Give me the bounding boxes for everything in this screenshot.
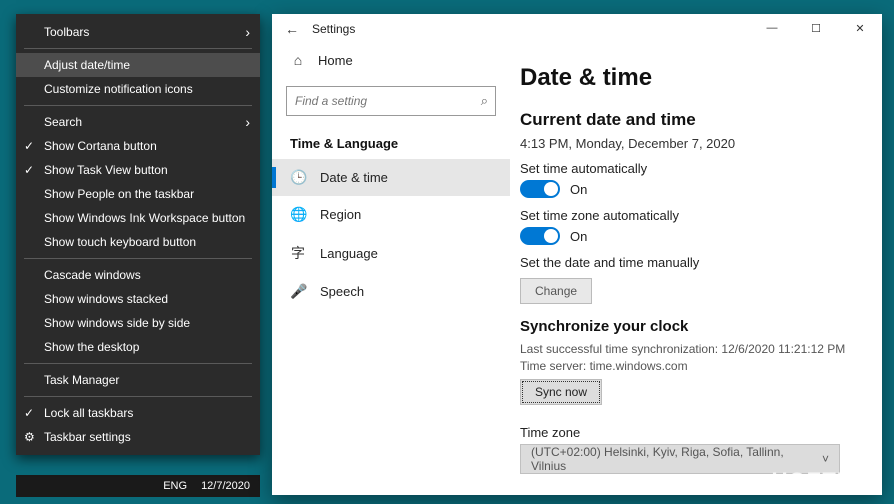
nav-speech[interactable]: 🎤 Speech — [272, 273, 510, 310]
check-icon: ✓ — [24, 406, 34, 420]
toggle-state: On — [570, 229, 587, 244]
ctx-show-ink[interactable]: Show Windows Ink Workspace button — [16, 206, 260, 230]
current-date-value: 4:13 PM, Monday, December 7, 2020 — [520, 136, 858, 151]
nav-group-header: Time & Language — [272, 126, 510, 159]
ctx-search[interactable]: Search › — [16, 110, 260, 134]
chevron-right-icon: › — [245, 114, 250, 130]
ctx-label: Customize notification icons — [44, 82, 193, 96]
search-input[interactable] — [286, 86, 496, 116]
check-icon: ✓ — [24, 139, 34, 153]
ctx-label: Adjust date/time — [44, 58, 130, 72]
chevron-right-icon: › — [245, 24, 250, 40]
ctx-show-desktop[interactable]: Show the desktop — [16, 335, 260, 359]
auto-tz-toggle[interactable] — [520, 227, 560, 245]
ctx-task-manager[interactable]: Task Manager — [16, 368, 260, 392]
ctx-customize-icons[interactable]: Customize notification icons — [16, 77, 260, 101]
auto-time-toggle[interactable] — [520, 180, 560, 198]
back-icon: ← — [285, 21, 299, 37]
ctx-label: Cascade windows — [44, 268, 141, 282]
gear-icon: ⚙ — [24, 430, 35, 444]
manual-date-label: Set the date and time manually — [520, 255, 858, 270]
ctx-show-cortana[interactable]: ✓ Show Cortana button — [16, 134, 260, 158]
settings-window: ← Settings — ☐ ✕ ⌂ Home ⌕ Time & Languag… — [272, 14, 882, 495]
nav-home[interactable]: ⌂ Home — [272, 44, 510, 76]
sync-server: Time server: time.windows.com — [520, 358, 858, 375]
ctx-cascade[interactable]: Cascade windows — [16, 263, 260, 287]
ctx-label: Lock all taskbars — [44, 406, 133, 420]
ctx-sidebyside[interactable]: Show windows side by side — [16, 311, 260, 335]
page-title: Date & time — [520, 64, 858, 92]
ctx-label: Toolbars — [44, 25, 89, 39]
auto-time-label: Set time automatically — [520, 161, 858, 176]
taskbar-lang[interactable]: ENG — [163, 480, 187, 492]
ctx-label: Show windows side by side — [44, 316, 190, 330]
sync-last: Last successful time synchronization: 12… — [520, 341, 858, 358]
ctx-label: Search — [44, 115, 82, 129]
change-button: Change — [520, 278, 592, 304]
nav-region[interactable]: 🌐 Region — [272, 196, 510, 233]
auto-tz-label: Set time zone automatically — [520, 208, 858, 223]
globe-icon: 🌐 — [290, 206, 306, 223]
separator — [24, 396, 252, 397]
sync-now-button[interactable]: Sync now — [520, 379, 602, 405]
ctx-label: Show People on the taskbar — [44, 187, 194, 201]
ctx-lock-taskbars[interactable]: ✓ Lock all taskbars — [16, 401, 260, 425]
current-date-header: Current date and time — [520, 110, 858, 130]
minimize-button[interactable]: — — [750, 14, 794, 42]
clock-icon: 🕒 — [290, 169, 306, 186]
search-icon: ⌕ — [481, 93, 488, 109]
nav-label: Language — [320, 246, 378, 261]
check-icon: ✓ — [24, 163, 34, 177]
titlebar: ← Settings — ☐ ✕ — [272, 14, 882, 44]
ctx-show-taskview[interactable]: ✓ Show Task View button — [16, 158, 260, 182]
ctx-label: Show the desktop — [44, 340, 139, 354]
ctx-label: Show touch keyboard button — [44, 235, 196, 249]
tz-value: (UTC+02:00) Helsinki, Kyiv, Riga, Sofia,… — [531, 445, 822, 473]
ctx-label: Show Cortana button — [44, 139, 157, 153]
nav-label: Region — [320, 207, 361, 222]
close-icon: ✕ — [855, 22, 864, 35]
ctx-label: Taskbar settings — [44, 430, 131, 444]
back-button[interactable]: ← — [272, 21, 312, 37]
settings-pane: Date & time Current date and time 4:13 P… — [510, 14, 882, 495]
microphone-icon: 🎤 — [290, 283, 306, 300]
tz-dropdown: (UTC+02:00) Helsinki, Kyiv, Riga, Sofia,… — [520, 444, 840, 474]
separator — [24, 105, 252, 106]
settings-nav: ⌂ Home ⌕ Time & Language 🕒 Date & time 🌐… — [272, 14, 510, 495]
ctx-taskbar-settings[interactable]: ⚙ Taskbar settings — [16, 425, 260, 449]
toggle-state: On — [570, 182, 587, 197]
taskbar-context-menu: Toolbars › Adjust date/time Customize no… — [16, 14, 260, 455]
maximize-button[interactable]: ☐ — [794, 14, 838, 42]
nav-label: Home — [318, 53, 353, 68]
nav-date-time[interactable]: 🕒 Date & time — [272, 159, 510, 196]
chevron-down-icon: ˅ — [822, 452, 829, 466]
close-button[interactable]: ✕ — [838, 14, 882, 42]
ctx-show-people[interactable]: Show People on the taskbar — [16, 182, 260, 206]
maximize-icon: ☐ — [811, 22, 821, 35]
ctx-label: Show Task View button — [44, 163, 168, 177]
tz-label: Time zone — [520, 425, 858, 440]
home-icon: ⌂ — [290, 52, 306, 68]
ctx-label: Show windows stacked — [44, 292, 168, 306]
language-icon: 字 — [290, 243, 306, 263]
separator — [24, 258, 252, 259]
window-controls: — ☐ ✕ — [750, 14, 882, 42]
ctx-adjust-date-time[interactable]: Adjust date/time — [16, 53, 260, 77]
ctx-label: Task Manager — [44, 373, 119, 387]
ctx-label: Show Windows Ink Workspace button — [44, 211, 245, 225]
nav-label: Speech — [320, 284, 364, 299]
nav-label: Date & time — [320, 170, 388, 185]
ctx-toolbars[interactable]: Toolbars › — [16, 20, 260, 44]
taskbar-date[interactable]: 12/7/2020 — [201, 480, 250, 492]
taskbar[interactable]: ENG 12/7/2020 — [16, 475, 260, 497]
search-wrap: ⌕ — [286, 86, 496, 116]
separator — [24, 48, 252, 49]
ctx-stacked[interactable]: Show windows stacked — [16, 287, 260, 311]
sync-header: Synchronize your clock — [520, 318, 858, 335]
minimize-icon: — — [767, 22, 778, 34]
window-title: Settings — [312, 22, 355, 36]
ctx-show-touch-kbd[interactable]: Show touch keyboard button — [16, 230, 260, 254]
nav-language[interactable]: 字 Language — [272, 233, 510, 273]
separator — [24, 363, 252, 364]
